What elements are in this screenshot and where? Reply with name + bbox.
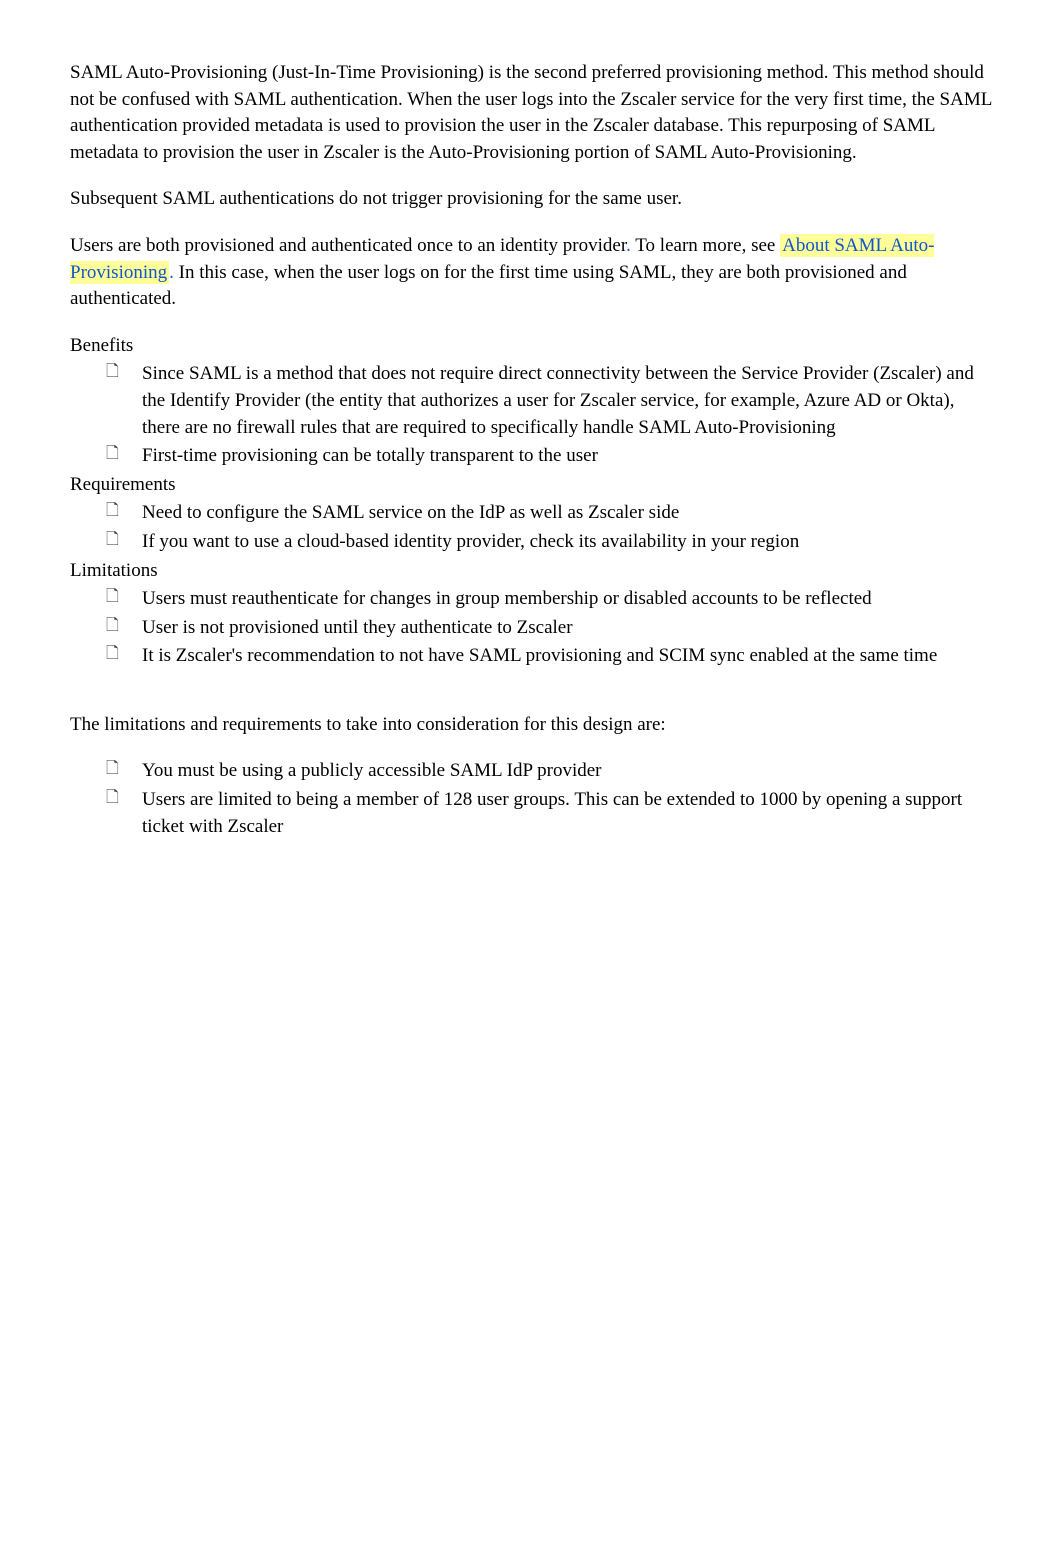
p3-text-2: To learn more, see (631, 235, 780, 256)
intro-paragraph-2: Subsequent SAML authentications do not t… (70, 186, 992, 213)
design-intro: The limitations and requirements to take… (70, 712, 992, 739)
list-item: If you want to use a cloud-based identit… (106, 529, 992, 556)
list-item: You must be using a publicly accessible … (106, 758, 992, 785)
list-item: Users are limited to being a member of 1… (106, 787, 992, 840)
list-item: Users must reauthenticate for changes in… (106, 586, 992, 613)
p3-text-1: Users are both provisioned and authentic… (70, 235, 626, 256)
list-item: User is not provisioned until they authe… (106, 615, 992, 642)
limitations-list: Users must reauthenticate for changes in… (70, 586, 992, 670)
list-item: Need to configure the SAML service on th… (106, 500, 992, 527)
list-item: First-time provisioning can be totally t… (106, 443, 992, 470)
list-item: Since SAML is a method that does not req… (106, 361, 992, 441)
benefits-list: Since SAML is a method that does not req… (70, 361, 992, 469)
requirements-list: Need to configure the SAML service on th… (70, 500, 992, 555)
benefits-header: Benefits (70, 333, 992, 360)
requirements-header: Requirements (70, 472, 992, 499)
list-item: It is Zscaler's recommendation to not ha… (106, 643, 992, 670)
limitations-header: Limitations (70, 558, 992, 585)
intro-paragraph-1: SAML Auto-Provisioning (Just-In-Time Pro… (70, 60, 992, 166)
intro-paragraph-3: Users are both provisioned and authentic… (70, 233, 992, 313)
design-list: You must be using a publicly accessible … (70, 758, 992, 840)
p3-text-3: In this case, when the user logs on for … (70, 262, 907, 310)
